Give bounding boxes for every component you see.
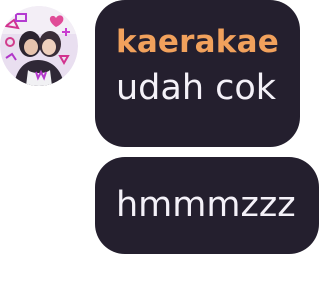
message-text: hmmmzzz bbox=[116, 185, 296, 225]
profile-photo-icon bbox=[0, 6, 78, 86]
message-bubble[interactable]: hmmmzzz bbox=[95, 157, 319, 254]
avatar[interactable] bbox=[0, 6, 78, 86]
chat-thread: kaerakae udah cok hmmmzzz bbox=[0, 0, 320, 308]
message-text: udah cok bbox=[116, 68, 277, 108]
message-bubble[interactable]: kaerakae udah cok bbox=[95, 0, 300, 147]
sender-name[interactable]: kaerakae bbox=[116, 22, 300, 62]
